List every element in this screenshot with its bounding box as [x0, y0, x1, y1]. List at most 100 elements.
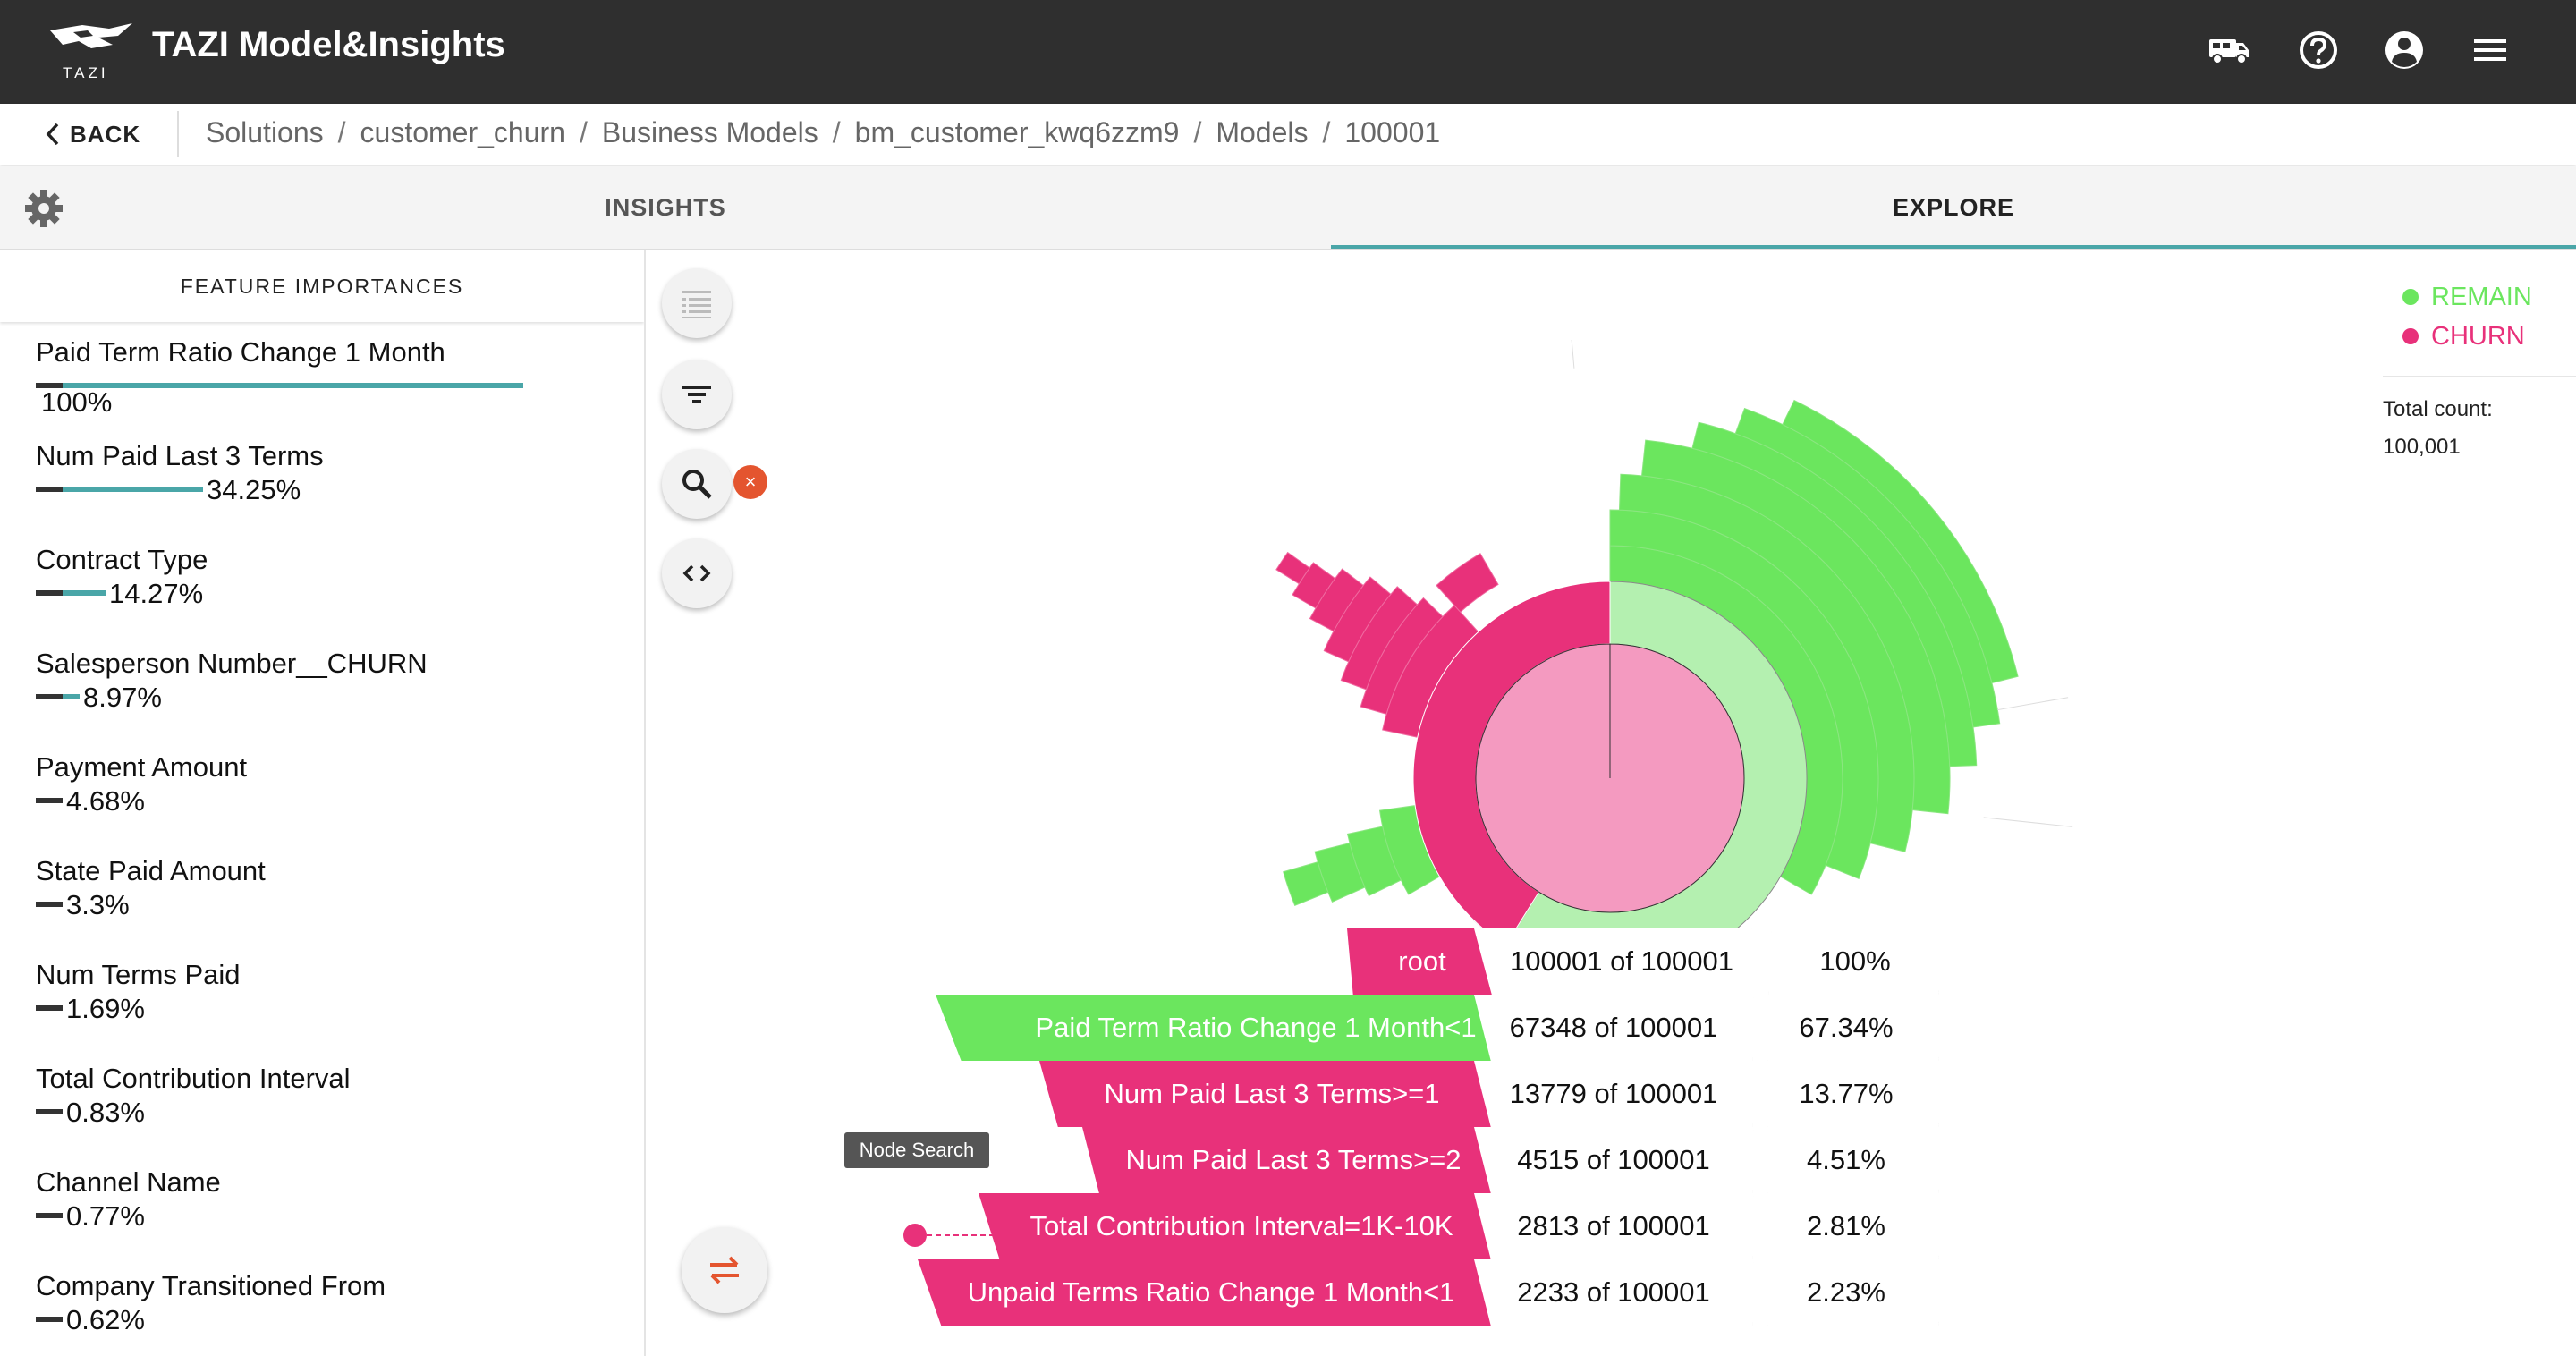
feature-importance-bar — [36, 798, 63, 803]
path-row[interactable]: Paid Term Ratio Change 1 Month<1 67348 of… — [0, 995, 1968, 1061]
path-row[interactable]: Total Contribution Interval=1K-10K 2813 o… — [0, 1193, 1968, 1259]
sunburst-leader-line — [1571, 340, 1575, 369]
chart-legend: REMAIN CHURN — [2402, 277, 2532, 356]
feature-name: State Paid Amount — [36, 855, 266, 886]
feature-importance-value: 4.68% — [66, 785, 145, 817]
code-icon — [682, 564, 711, 582]
sunburst-churn-segment[interactable] — [1436, 553, 1499, 613]
feature-importance-bar — [36, 487, 203, 492]
path-node-count: 2233 of 100001 — [1474, 1259, 1753, 1326]
sunburst-leader-line — [1983, 817, 2073, 827]
path-marker-line — [927, 1234, 995, 1236]
logo-text: TAZI — [63, 64, 109, 81]
breadcrumb-separator: / — [337, 116, 346, 148]
active-tab-indicator — [1331, 245, 2576, 249]
back-button[interactable]: BACK — [43, 116, 140, 152]
breadcrumb: Solutions / customer_churn / Business Mo… — [206, 116, 1440, 149]
legend-divider — [2383, 376, 2576, 377]
path-node-percent: 13.77% — [1753, 1061, 1939, 1127]
path-node-label[interactable]: Total Contribution Interval=1K-10K — [979, 1193, 1504, 1259]
breadcrumb-separator: / — [1193, 116, 1202, 148]
sunburst-chart[interactable] — [1073, 340, 2147, 1020]
chevron-left-icon — [46, 123, 59, 146]
tab-bar: INSIGHTS EXPLORE — [0, 166, 2576, 250]
breadcrumb-separator: / — [832, 116, 841, 148]
feature-importance-item[interactable]: Paid Term Ratio Change 1 Month 100% — [36, 336, 626, 440]
filter-icon — [682, 386, 711, 403]
path-node-count: 13779 of 100001 — [1474, 1061, 1753, 1127]
top-app-bar: TAZI TAZI Model&Insights — [0, 0, 2576, 104]
feature-importances-header: FEATURE IMPORTANCES — [0, 250, 644, 322]
feature-bar-marker — [36, 798, 63, 803]
node-search-button[interactable] — [662, 449, 732, 519]
feature-bar-marker — [36, 902, 63, 907]
feature-importance-bar — [36, 694, 80, 699]
feature-bar-marker — [36, 694, 63, 699]
feature-importance-item[interactable]: Contract Type 14.27% — [36, 544, 626, 648]
feature-importance-item[interactable]: Payment Amount 4.68% — [36, 751, 626, 855]
breadcrumb-item[interactable]: customer_churn — [360, 116, 565, 149]
feature-importance-value: 3.3% — [66, 889, 130, 920]
total-count-label: Total count: — [2383, 397, 2493, 421]
feature-name: Salesperson Number__CHURN — [36, 648, 428, 679]
path-node-percent: 100% — [1771, 928, 1939, 995]
path-node-count: 4515 of 100001 — [1474, 1127, 1753, 1193]
account-icon[interactable] — [2381, 27, 2428, 73]
path-node-label[interactable]: Num Paid Last 3 Terms>=2 — [1082, 1127, 1504, 1193]
filter-button[interactable] — [662, 360, 732, 429]
path-row[interactable]: Num Paid Last 3 Terms>=2 4515 of 100001 4.… — [0, 1127, 1968, 1193]
path-node-percent: 4.51% — [1753, 1127, 1939, 1193]
breadcrumb-separator: / — [1322, 116, 1331, 148]
path-node-label[interactable]: Num Paid Last 3 Terms>=1 — [1039, 1061, 1504, 1127]
legend-item-churn[interactable]: CHURN — [2402, 317, 2532, 356]
breadcrumb-separator: / — [579, 116, 588, 148]
code-button[interactable] — [662, 538, 732, 608]
breadcrumb-item-current: 100001 — [1344, 116, 1441, 148]
breadcrumb-bar: BACK Solutions / customer_churn / Busine… — [0, 104, 2576, 165]
truck-icon[interactable] — [2206, 27, 2252, 73]
feature-importance-bar — [36, 590, 106, 596]
path-marker-dot — [903, 1224, 927, 1247]
feature-importance-value: 8.97% — [83, 682, 162, 713]
breadcrumb-divider — [177, 111, 179, 157]
app-title: TAZI Model&Insights — [152, 25, 505, 64]
feature-importance-value: 34.25% — [207, 474, 301, 505]
feature-importance-item[interactable]: Num Paid Last 3 Terms 34.25% — [36, 440, 626, 544]
tab-insights[interactable]: INSIGHTS — [0, 166, 1331, 249]
breadcrumb-item[interactable]: bm_customer_kwq6zzm9 — [855, 116, 1180, 149]
feature-name: Contract Type — [36, 544, 208, 575]
feature-name: Paid Term Ratio Change 1 Month — [36, 336, 445, 368]
path-node-count: 100001 of 100001 — [1474, 928, 1769, 995]
help-icon[interactable] — [2295, 27, 2342, 73]
total-count-value: 100,001 — [2383, 435, 2461, 459]
feature-importance-value: 14.27% — [109, 578, 204, 609]
path-node-label[interactable]: root — [1347, 928, 1497, 995]
breadcrumb-item[interactable]: Solutions — [206, 116, 324, 149]
path-node-label[interactable]: Unpaid Terms Ratio Change 1 Month<1 — [918, 1259, 1504, 1326]
feature-importance-value: 100% — [41, 386, 113, 418]
churn-dot-icon — [2402, 328, 2419, 344]
sunburst-leader-line — [1997, 697, 2069, 711]
feature-importance-bar — [36, 902, 63, 907]
feature-bar-marker — [36, 590, 63, 596]
path-node-count: 2813 of 100001 — [1474, 1193, 1753, 1259]
sunburst-root-segment[interactable] — [1475, 643, 1745, 913]
legend-label: REMAIN — [2431, 282, 2532, 311]
breadcrumb-item[interactable]: Models — [1216, 116, 1308, 149]
path-node-percent: 2.23% — [1753, 1259, 1939, 1326]
breadcrumb-item[interactable]: Business Models — [602, 116, 818, 149]
remain-dot-icon — [2402, 289, 2419, 305]
legend-item-remain[interactable]: REMAIN — [2402, 277, 2532, 317]
feature-importance-item[interactable]: Salesperson Number__CHURN 8.97% — [36, 648, 626, 751]
table-view-icon — [682, 291, 711, 318]
path-node-count: 67348 of 100001 — [1474, 995, 1753, 1061]
feature-name: Payment Amount — [36, 751, 248, 783]
path-row[interactable]: Unpaid Terms Ratio Change 1 Month<1 2233 … — [0, 1259, 1968, 1326]
tab-explore[interactable]: EXPLORE — [1331, 166, 2576, 249]
feature-name: Num Paid Last 3 Terms — [36, 440, 324, 471]
path-row[interactable]: Num Paid Last 3 Terms>=1 13779 of 100001 1… — [0, 1061, 1968, 1127]
clear-search-button[interactable]: × — [733, 465, 767, 499]
table-view-button[interactable] — [662, 268, 732, 338]
path-row[interactable]: root 100001 of 100001 100% — [0, 928, 1968, 995]
menu-icon[interactable] — [2467, 27, 2513, 73]
